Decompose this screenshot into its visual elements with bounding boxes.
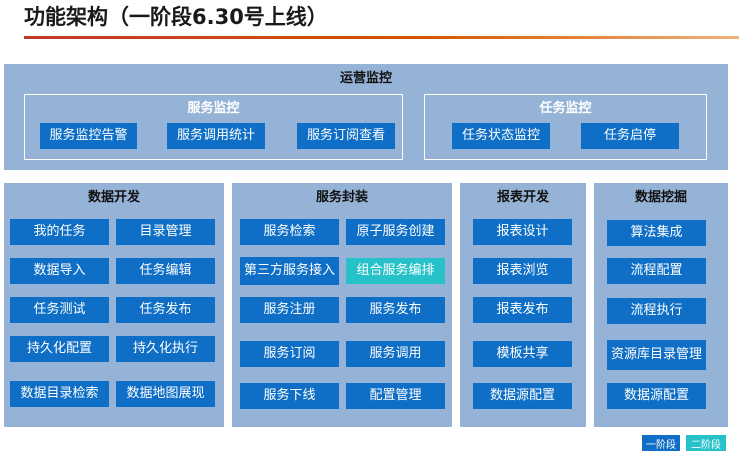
mining-datasource-config-item: 数据源配置 (607, 383, 706, 409)
third-party-service-access-item: 第三方服务接入 (240, 257, 339, 285)
my-tasks-item: 我的任务 (10, 219, 109, 245)
task-start-stop-item: 任务启停 (581, 123, 679, 149)
report-dev-title: 报表开发 (496, 190, 549, 205)
ops-monitor-title: 运营监控 (339, 71, 392, 86)
resource-catalog-management-item: 资源库目录管理 (607, 340, 706, 370)
service-call-stats-item: 服务调用统计 (167, 123, 265, 149)
service-offline-item: 服务下线 (240, 383, 339, 409)
report-dev-panel: 报表开发 报表设计 报表浏览 报表发布 模板共享 数据源配置 (460, 183, 586, 427)
report-browse-item: 报表浏览 (473, 258, 572, 284)
service-pkg-title: 服务封装 (315, 190, 368, 205)
flow-execute-item: 流程执行 (607, 298, 706, 324)
service-subscription-view-item: 服务订阅查看 (297, 123, 395, 149)
service-monitor-title: 服务监控 (187, 101, 240, 116)
page-title: 功能架构（一阶段6.30号上线） (24, 5, 328, 29)
service-subscribe-item: 服务订阅 (240, 341, 339, 367)
task-edit-item: 任务编辑 (116, 258, 215, 284)
task-test-item: 任务测试 (10, 297, 109, 323)
ops-monitor-panel: 运营监控 服务监控 服务监控告警 服务调用统计 服务订阅查看 任务监控 任务状态… (4, 64, 728, 170)
data-import-item: 数据导入 (10, 258, 109, 284)
persistence-execute-item: 持久化执行 (116, 336, 215, 362)
service-publish-item: 服务发布 (346, 297, 445, 323)
task-publish-item: 任务发布 (116, 297, 215, 323)
algorithm-integration-item: 算法集成 (607, 220, 706, 246)
service-invoke-item: 服务调用 (346, 341, 445, 367)
task-monitor-title: 任务监控 (539, 101, 592, 116)
template-share-item: 模板共享 (473, 341, 572, 367)
data-dev-panel: 数据开发 我的任务 目录管理 数据导入 任务编辑 任务测试 任务发布 持久化配置… (4, 183, 224, 427)
report-design-item: 报表设计 (473, 219, 572, 245)
service-monitor-group: 服务监控 服务监控告警 服务调用统计 服务订阅查看 (24, 94, 403, 160)
report-publish-item: 报表发布 (473, 297, 572, 323)
task-monitor-group: 任务监控 任务状态监控 任务启停 (424, 94, 707, 160)
flow-config-item: 流程配置 (607, 258, 706, 284)
report-datasource-config-item: 数据源配置 (473, 383, 572, 409)
data-map-display-item: 数据地图展现 (116, 381, 215, 407)
data-mining-title: 数据挖掘 (634, 190, 687, 205)
service-register-item: 服务注册 (240, 297, 339, 323)
legend-phase2: 二阶段 (686, 435, 726, 451)
composite-service-orchestration-item: 组合服务编排 (346, 258, 445, 284)
title-divider (24, 36, 739, 39)
task-status-monitor-item: 任务状态监控 (452, 123, 550, 149)
config-management-item: 配置管理 (346, 383, 445, 409)
legend-phase1: 一阶段 (642, 435, 680, 451)
data-catalog-search-item: 数据目录检索 (10, 381, 109, 407)
persistence-config-item: 持久化配置 (10, 336, 109, 362)
service-search-item: 服务检索 (240, 219, 339, 245)
data-dev-title: 数据开发 (87, 190, 140, 205)
data-mining-panel: 数据挖掘 算法集成 流程配置 流程执行 资源库目录管理 数据源配置 (594, 183, 728, 427)
service-monitor-alert-item: 服务监控告警 (40, 123, 137, 149)
atomic-service-create-item: 原子服务创建 (346, 219, 445, 245)
catalog-management-item: 目录管理 (116, 219, 215, 245)
service-pkg-panel: 服务封装 服务检索 原子服务创建 第三方服务接入 组合服务编排 服务注册 服务发… (232, 183, 452, 427)
